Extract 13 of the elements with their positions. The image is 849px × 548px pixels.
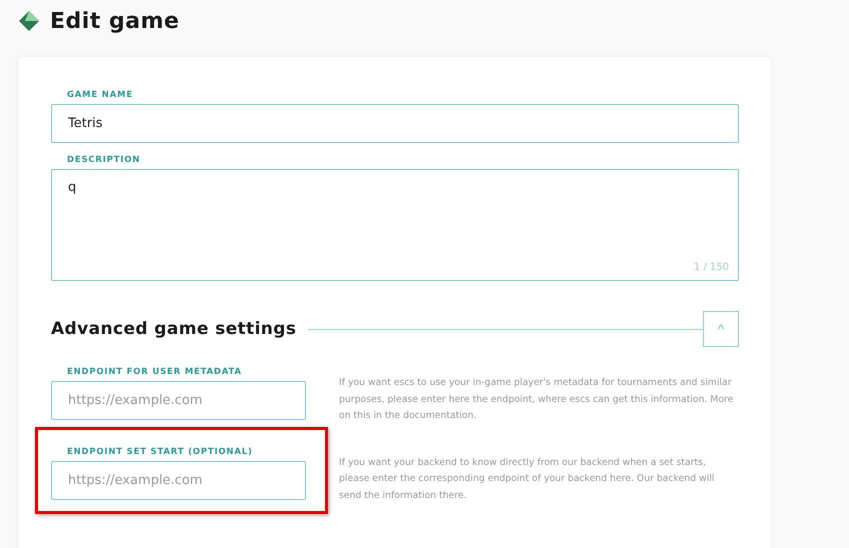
page-title: Edit game	[50, 8, 180, 34]
help-text: If you want your backend to know directly from our backend when a set starts, please enter the corresponding endpoint of your backend here. Our backend will send the information there.	[339, 456, 716, 502]
field-label: ENDPOINT SET START (OPTIONAL)	[66, 446, 254, 456]
diamond-logo-icon	[18, 10, 40, 32]
field-label: DESCRIPTION	[66, 155, 142, 165]
help-text: If you want escs to use your in-game player's metadata for tournaments and similar purposes, please enter here the endpoint, where escs can get this information. More on this in the documentation.	[339, 376, 734, 423]
field-label: ENDPOINT FOR USER METADATA	[66, 367, 243, 377]
game-name-field[interactable]: Tetris	[51, 104, 739, 143]
field-label: GAME NAME	[66, 90, 134, 100]
endpoint-field[interactable]: https://example.com	[51, 381, 306, 420]
section-title: Advanced game settings	[51, 319, 296, 339]
endpoint-field[interactable]: https://example.com	[51, 460, 306, 500]
character-counter: 1 / 150	[694, 262, 729, 273]
